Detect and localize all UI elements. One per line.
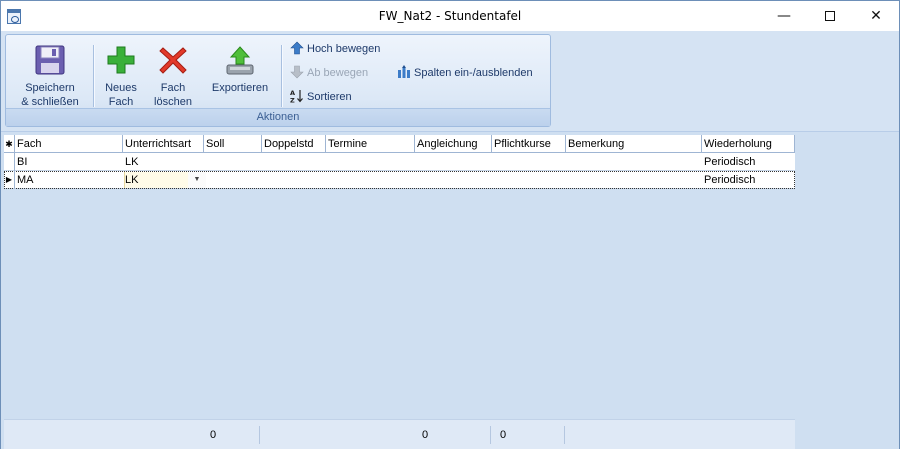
table-row[interactable]: ▶ MA LK ▼ Periodisch [4, 171, 795, 189]
column-header-wiederholung[interactable]: Wiederholung [702, 135, 795, 153]
sort-button[interactable]: A Z Sortieren [290, 88, 352, 106]
footer-sum-angleichung: 0 [422, 429, 429, 441]
cell-wiederholung[interactable]: Periodisch [702, 171, 795, 189]
grid-footer: 0 0 0 [4, 419, 795, 449]
arrow-up-icon [290, 41, 304, 55]
columns-icon [398, 65, 410, 79]
ribbon-separator [93, 45, 94, 107]
save-close-label: Speichern & schließen [21, 82, 79, 108]
move-up-button[interactable]: Hoch bewegen [290, 40, 380, 58]
ribbon-separator [281, 45, 282, 107]
column-header-doppelstd[interactable]: Doppelstd [262, 135, 326, 153]
save-close-button[interactable]: Speichern & schließen [14, 41, 86, 108]
move-up-label: Hoch bewegen [307, 43, 381, 55]
column-header-termine[interactable]: Termine [326, 135, 415, 153]
main-window: FW_Nat2 - Stundentafel — ✕ Speichern & s… [0, 0, 900, 449]
footer-sum-pflichtkurse: 0 [500, 429, 507, 441]
minimize-icon: — [777, 8, 791, 24]
grid-header: ✱ Fach Unterrichtsart Soll Doppelstd Ter… [4, 135, 795, 153]
row-indicator [4, 153, 15, 171]
cell-unterrichtsart[interactable]: LK [123, 153, 204, 171]
new-subject-label: Neues Fach [105, 82, 137, 108]
plus-icon [107, 46, 135, 74]
cell-fach[interactable]: MA [15, 171, 123, 189]
current-row-arrow-icon: ▶ [4, 171, 15, 189]
column-header-bemerkung[interactable]: Bemerkung [566, 135, 702, 153]
close-icon: ✕ [870, 8, 882, 24]
chevron-down-icon[interactable]: ▼ [188, 172, 206, 188]
export-icon [226, 46, 254, 75]
footer-separator [259, 426, 260, 444]
export-button[interactable]: Exportieren [206, 41, 274, 107]
footer-separator [564, 426, 565, 444]
maximize-button[interactable] [807, 1, 853, 31]
delete-subject-button[interactable]: Fach löschen [150, 41, 196, 108]
column-header-pflichtkurse[interactable]: Pflichtkurse [492, 135, 566, 153]
svg-text:Z: Z [290, 97, 295, 104]
grid-area: ✱ Fach Unterrichtsart Soll Doppelstd Ter… [1, 131, 899, 449]
new-subject-button[interactable]: Neues Fach [100, 41, 142, 108]
move-down-label: Ab bewegen [307, 67, 369, 79]
subjects-grid[interactable]: ✱ Fach Unterrichtsart Soll Doppelstd Ter… [4, 135, 795, 449]
footer-sum-soll: 0 [210, 429, 217, 441]
cell-wiederholung[interactable]: Periodisch [702, 153, 795, 171]
column-header-unterrichtsart[interactable]: Unterrichtsart [123, 135, 204, 153]
toggle-columns-label: Spalten ein-/ausblenden [414, 67, 533, 79]
ribbon-group-aktionen: Speichern & schließen Neues Fach Fach lö… [5, 34, 551, 127]
maximize-icon [825, 11, 835, 21]
footer-separator [490, 426, 491, 444]
new-row-indicator-icon: ✱ [4, 135, 15, 153]
delete-subject-label: Fach löschen [154, 82, 192, 108]
title-bar[interactable]: FW_Nat2 - Stundentafel — ✕ [1, 1, 899, 31]
floppy-disk-icon [35, 45, 65, 75]
column-header-fach[interactable]: Fach [15, 135, 123, 153]
ribbon: Speichern & schließen Neues Fach Fach lö… [1, 31, 899, 131]
toggle-columns-button[interactable]: Spalten ein-/ausblenden [397, 64, 533, 82]
move-down-button[interactable]: Ab bewegen [290, 64, 368, 82]
sort-label: Sortieren [307, 91, 352, 103]
cell-unterrichtsart[interactable]: LK [123, 171, 187, 189]
ribbon-group-label: Aktionen [6, 108, 550, 126]
delete-x-icon [159, 47, 187, 74]
minimize-button[interactable]: — [761, 1, 807, 31]
column-header-angleichung[interactable]: Angleichung [415, 135, 492, 153]
table-row[interactable]: BI LK Periodisch [4, 153, 795, 171]
close-button[interactable]: ✕ [853, 1, 899, 31]
column-header-soll[interactable]: Soll [204, 135, 262, 153]
arrow-down-icon [290, 65, 304, 79]
cell-fach[interactable]: BI [15, 153, 123, 171]
export-label: Exportieren [211, 82, 269, 94]
sort-az-icon: A Z [290, 89, 303, 104]
